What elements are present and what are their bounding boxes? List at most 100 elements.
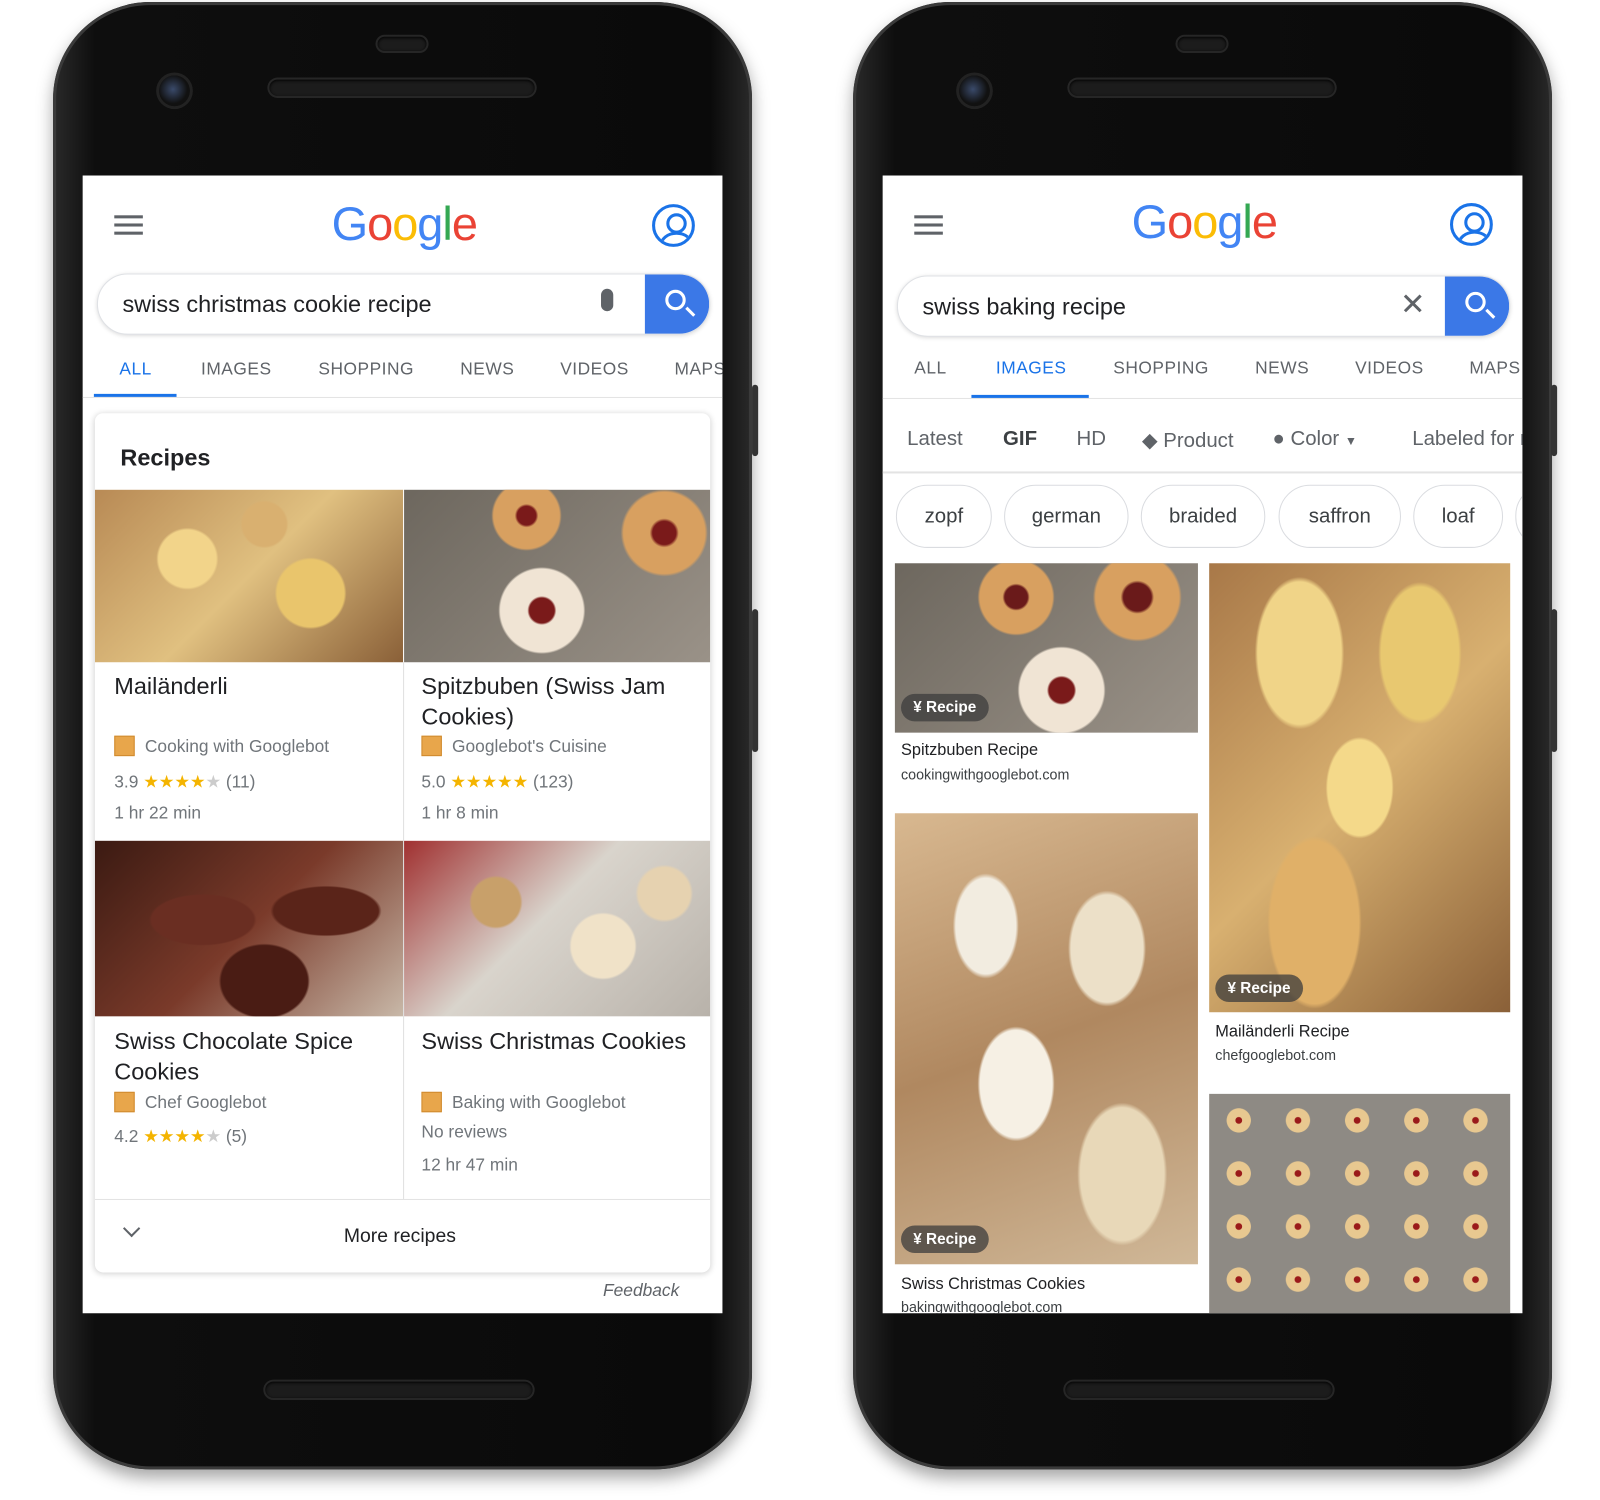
search-box[interactable]: swiss christmas cookie recipe	[96, 273, 711, 335]
chip-saffron[interactable]: saffron	[1278, 484, 1402, 548]
source-icon	[421, 1091, 442, 1113]
fork-knife-icon: ¥	[913, 1230, 922, 1248]
tab-maps[interactable]: MAPS	[674, 359, 722, 379]
divider	[82, 396, 723, 398]
search-box[interactable]: swiss baking recipe ✕	[896, 275, 1511, 337]
result-title[interactable]: Swiss Christmas Cookies	[901, 1276, 1085, 1294]
recipe-photo-christmas-cookies[interactable]	[404, 840, 711, 1017]
recipe-photo-spitzbuben[interactable]	[404, 489, 711, 663]
tab-news[interactable]: NEWS	[1255, 358, 1309, 378]
chip-more[interactable]	[1515, 484, 1523, 548]
filter-color[interactable]: ● Color ▼	[1272, 428, 1357, 451]
microphone-icon[interactable]	[601, 288, 614, 312]
tab-images[interactable]: IMAGES	[996, 358, 1067, 378]
filter-labeled-for-reuse[interactable]: Labeled for reuse	[1412, 428, 1522, 451]
sensor	[1177, 36, 1227, 52]
result-image[interactable]	[1209, 1093, 1511, 1314]
sensor	[377, 36, 427, 52]
result-site: bakingwithgooglebot.com	[901, 1298, 1063, 1314]
palette-icon: ●	[1272, 427, 1285, 450]
recipe-source: Googlebot's Cuisine	[421, 735, 607, 757]
tab-shopping[interactable]: SHOPPING	[318, 359, 414, 379]
earpiece-speaker	[269, 79, 535, 96]
recipe-time: 1 hr 8 min	[421, 803, 499, 823]
star-rating-icon: ★★★★	[143, 772, 206, 792]
feedback-link[interactable]: Feedback	[603, 1281, 679, 1301]
menu-icon[interactable]	[114, 210, 143, 240]
left-phone-frame: Google swiss christmas cookie recipe ALL…	[53, 2, 759, 1470]
google-logo: Google	[1131, 194, 1278, 248]
search-icon	[665, 289, 686, 311]
chip-german[interactable]: german	[1004, 484, 1129, 548]
recipe-time: 1 hr 22 min	[114, 803, 202, 823]
dropdown-arrow-icon: ▼	[1344, 433, 1358, 448]
filter-latest[interactable]: Latest	[907, 428, 963, 451]
search-input[interactable]: swiss christmas cookie recipe	[122, 291, 431, 319]
menu-icon[interactable]	[914, 210, 943, 240]
recipe-source: Baking with Googlebot	[421, 1091, 626, 1113]
recipe-photo-chocolate-spice[interactable]	[94, 840, 404, 1017]
recipe-reviews: No reviews	[421, 1122, 508, 1142]
result-site: cookingwithgooglebot.com	[901, 766, 1070, 783]
recipe-rating: 4.2 ★★★★★ (5)	[114, 1126, 248, 1146]
fork-knife-icon: ¥	[913, 698, 922, 717]
star-rating-icon: ★★★★★	[450, 772, 529, 792]
filter-hd[interactable]: HD	[1077, 428, 1106, 451]
search-input[interactable]: swiss baking recipe	[922, 293, 1125, 321]
more-recipes-button[interactable]: More recipes	[95, 1200, 710, 1272]
tab-maps[interactable]: MAPS	[1469, 358, 1520, 378]
tab-videos[interactable]: VIDEOS	[1355, 358, 1424, 378]
filter-product[interactable]: ◆ Product	[1142, 428, 1234, 454]
tab-images[interactable]: IMAGES	[201, 359, 272, 379]
volume-button	[1551, 609, 1558, 753]
search-button[interactable]	[1444, 276, 1510, 336]
fork-knife-icon: ¥	[1227, 979, 1237, 997]
recipe-photo-mailanderli[interactable]	[94, 489, 404, 663]
tag-icon: ◆	[1141, 429, 1158, 453]
tab-shopping[interactable]: SHOPPING	[1113, 358, 1209, 378]
result-image[interactable]: ¥ Recipe	[1209, 563, 1511, 1013]
more-recipes-label: More recipes	[343, 1225, 456, 1247]
result-image[interactable]: ¥ Recipe	[894, 563, 1198, 733]
result-image[interactable]: ¥ Recipe	[894, 813, 1198, 1265]
recipe-title[interactable]: Swiss Christmas Cookies	[421, 1026, 710, 1057]
source-icon	[114, 735, 135, 757]
recipe-badge: ¥ Recipe	[1215, 974, 1303, 1003]
recipes-card: Recipes Mailänderli Cooking with Googleb…	[94, 413, 711, 1273]
source-icon	[421, 735, 442, 757]
divider	[882, 471, 1523, 474]
source-icon	[114, 1091, 135, 1113]
search-icon	[1465, 291, 1486, 313]
account-icon[interactable]	[652, 204, 695, 247]
tab-all[interactable]: ALL	[119, 359, 151, 379]
tab-news[interactable]: NEWS	[460, 359, 514, 379]
recipe-title[interactable]: Mailänderli	[114, 670, 390, 701]
tab-videos[interactable]: VIDEOS	[560, 359, 629, 379]
account-icon[interactable]	[1449, 203, 1493, 246]
result-title[interactable]: Mailänderli Recipe	[1215, 1023, 1349, 1041]
google-logo: Google	[331, 196, 478, 250]
right-screen: Google swiss baking recipe ✕ ALL IMAGES …	[882, 175, 1523, 1314]
filter-gif[interactable]: GIF	[1003, 428, 1037, 451]
star-rating-icon: ★★★★	[143, 1126, 206, 1146]
search-button[interactable]	[644, 274, 710, 334]
tab-all[interactable]: ALL	[914, 358, 946, 378]
result-title[interactable]: Spitzbuben Recipe	[901, 742, 1038, 760]
chevron-down-icon	[122, 1219, 141, 1238]
power-button	[752, 384, 759, 457]
recipe-time: 12 hr 47 min	[421, 1155, 518, 1175]
chip-loaf[interactable]: loaf	[1413, 484, 1504, 548]
chip-braided[interactable]: braided	[1140, 484, 1266, 548]
earpiece-speaker	[1069, 79, 1335, 96]
bottom-speaker	[1065, 1381, 1333, 1398]
left-screen: Google swiss christmas cookie recipe ALL…	[82, 175, 723, 1314]
recipe-title[interactable]: Swiss Chocolate Spice Cookies	[114, 1026, 390, 1087]
recipe-rating: 5.0 ★★★★★ (123)	[421, 772, 574, 792]
recipe-rating: 3.9 ★★★★★ (11)	[114, 772, 256, 792]
bottom-speaker	[265, 1381, 533, 1398]
power-button	[1551, 384, 1558, 457]
chip-zopf[interactable]: zopf	[895, 484, 992, 548]
clear-icon[interactable]: ✕	[1400, 287, 1426, 323]
volume-button	[752, 609, 759, 753]
recipe-title[interactable]: Spitzbuben (Swiss Jam Cookies)	[421, 670, 697, 731]
